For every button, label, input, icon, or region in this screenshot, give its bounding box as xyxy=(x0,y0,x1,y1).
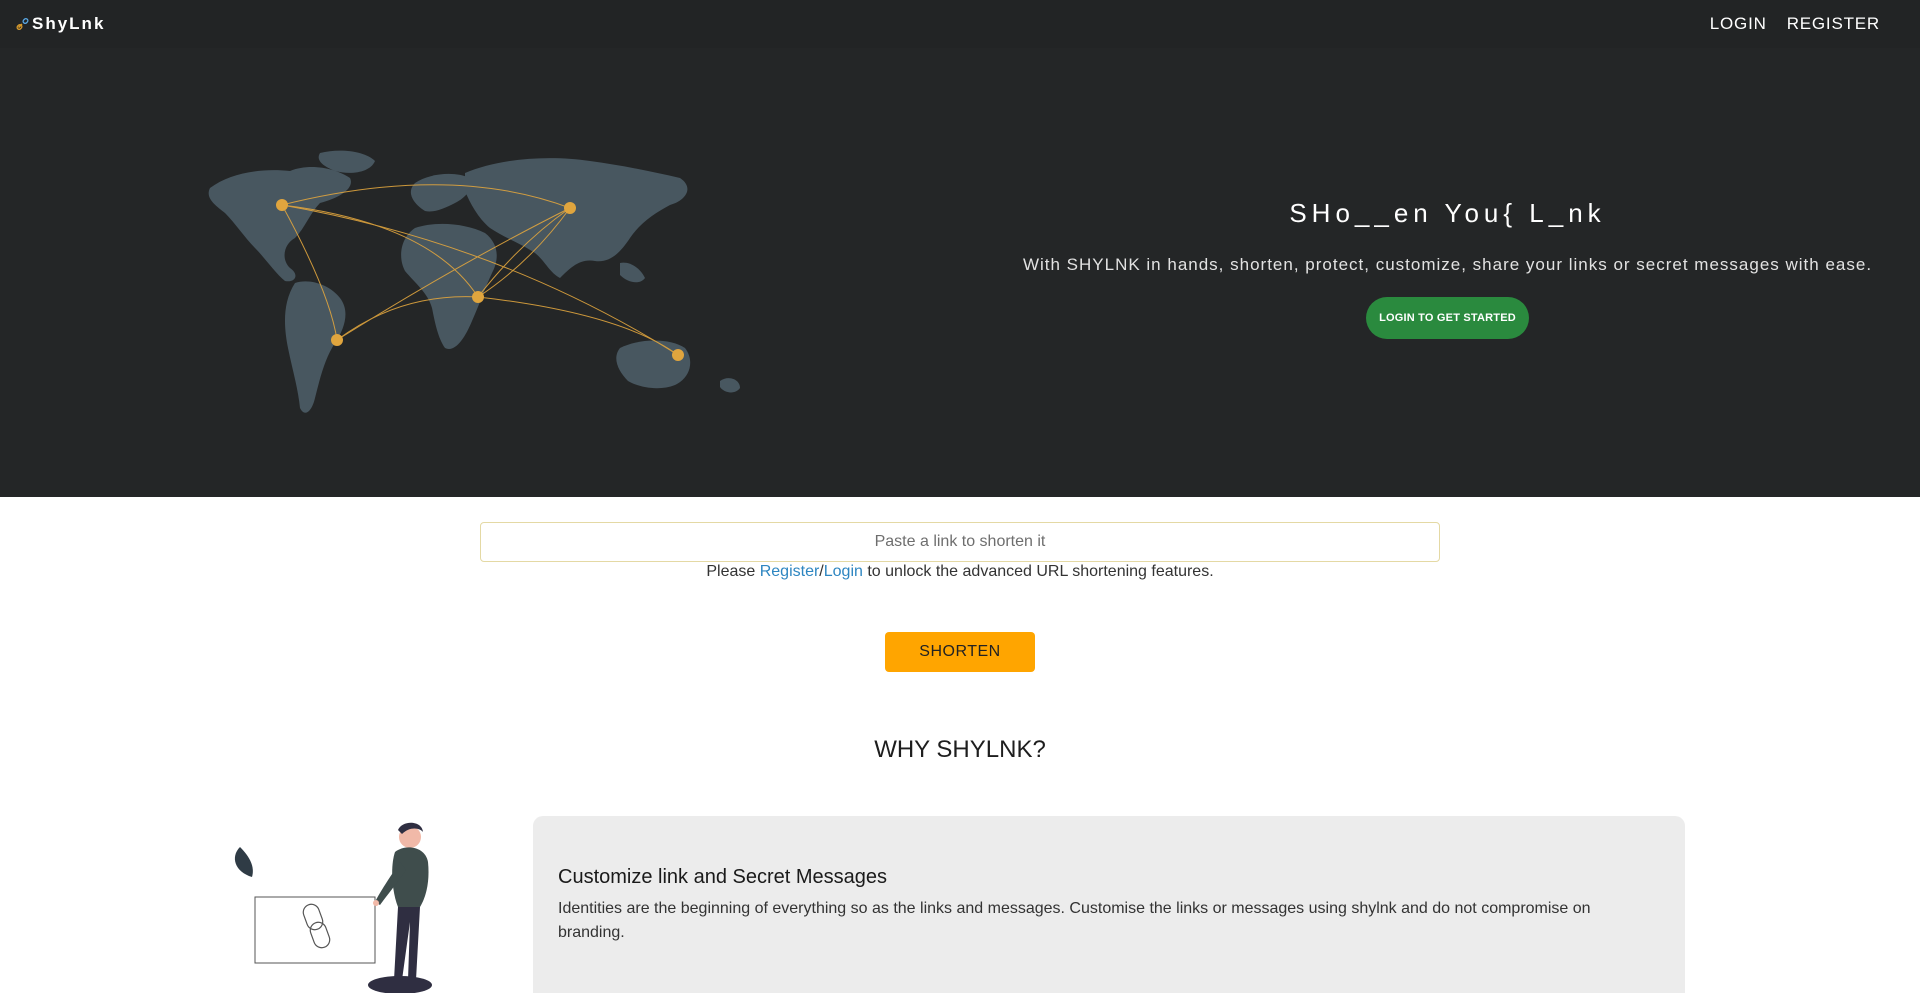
person-with-link-illustration xyxy=(234,822,432,993)
login-to-get-started-button[interactable]: LOGIN TO GET STARTED xyxy=(1366,297,1529,339)
hero-text: SHo__en You{ L_nk With SHYLNK in hands, … xyxy=(1010,198,1885,339)
brand-logo[interactable]: ShyLnk xyxy=(16,14,105,34)
register-link[interactable]: Register xyxy=(760,563,820,580)
world-map-icon xyxy=(208,150,740,413)
nav-links: LOGIN REGISTER xyxy=(1710,14,1880,34)
shorten-button[interactable]: SHORTEN xyxy=(885,632,1035,672)
why-shylnk-heading: WHY SHYLNK? xyxy=(874,736,1046,763)
note-prefix: Please xyxy=(706,563,760,580)
unlock-features-note: Please Register/Login to unlock the adva… xyxy=(0,563,1920,581)
url-input[interactable] xyxy=(480,522,1440,562)
hero-title: SHo__en You{ L_nk xyxy=(1289,198,1606,228)
link-icon xyxy=(16,17,29,31)
hero-section: SHo__en You{ L_nk With SHYLNK in hands, … xyxy=(0,48,1920,497)
nav-login-link[interactable]: LOGIN xyxy=(1710,14,1767,34)
hero-subtitle: With SHYLNK in hands, shorten, protect, … xyxy=(1022,255,1873,274)
feature-card: Customize link and Secret Messages Ident… xyxy=(533,816,1685,993)
note-suffix: to unlock the advanced URL shortening fe… xyxy=(862,563,1214,580)
feature-title: Customize link and Secret Messages xyxy=(558,866,888,888)
brand-name: ShyLnk xyxy=(32,14,106,33)
navbar: ShyLnk LOGIN REGISTER xyxy=(0,0,1920,48)
login-link[interactable]: Login xyxy=(824,563,863,580)
feature-description: Identities are the beginning of everythi… xyxy=(558,900,1591,941)
nav-register-link[interactable]: REGISTER xyxy=(1787,14,1880,34)
